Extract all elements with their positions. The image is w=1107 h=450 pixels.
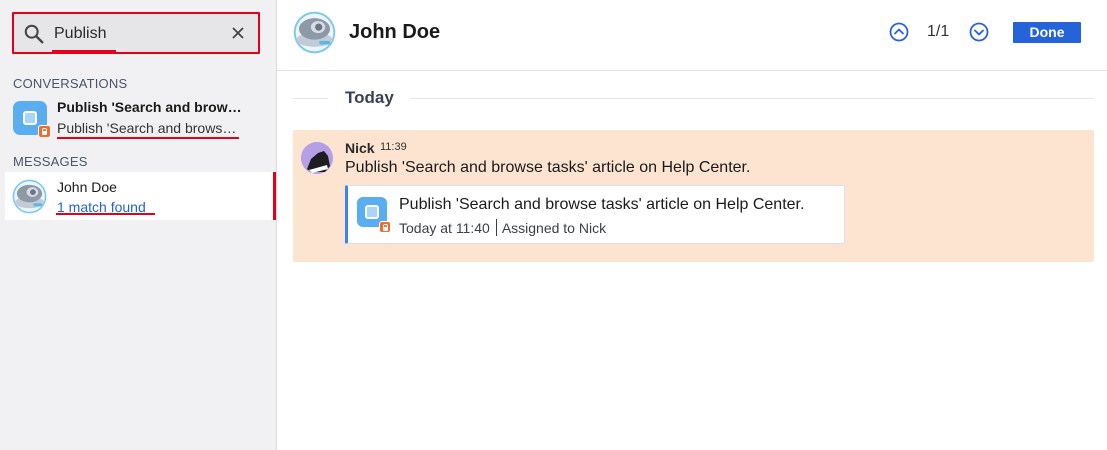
search-match-counter: 1/1 [927,23,950,40]
done-button[interactable]: Done [1013,22,1081,43]
user-avatar[interactable] [301,142,333,174]
conversation-highlight-underline [57,137,239,139]
search-value[interactable]: Publish [54,25,106,43]
close-icon[interactable] [230,25,246,41]
sidebar: Publish CONVERSATIONS Publish 'Search an… [0,0,277,450]
chat-header: John Doe 1/1 Done [277,0,1107,71]
section-title-messages: MESSAGES [13,154,88,169]
task-title[interactable]: Publish 'Search and browse tasks' articl… [399,196,804,214]
task-meta: Today at 11:40 Assigned to Nick [399,219,606,236]
message-result-item[interactable]: John Doe 1 match found [5,172,276,220]
conversation-subtitle: Publish 'Search and browse tasks' articl… [57,120,239,136]
chevron-up-icon[interactable] [889,22,909,42]
day-separator-line [410,98,1094,99]
chevron-down-icon[interactable] [969,22,989,42]
task-time: Today at 11:40 [399,220,490,236]
chat-panel: John Doe 1/1 Done Today Nick 11:39 Publi… [277,0,1107,450]
section-title-conversations: CONVERSATIONS [13,76,128,91]
search-highlight-underline [52,50,116,52]
meta-divider [495,219,497,236]
message-result-name: John Doe [57,179,117,195]
lock-icon [38,125,51,138]
lock-icon [379,221,391,233]
active-indicator [273,172,276,220]
search-input[interactable]: Publish [12,12,260,54]
contact-avatar[interactable] [293,11,336,54]
match-highlight-underline [56,213,155,215]
day-separator-line [292,98,328,99]
day-label: Today [345,88,394,107]
conversation-result-item[interactable]: Publish 'Search and browse tasks' articl… [0,95,276,145]
message-text: Publish 'Search and browse tasks' articl… [345,159,751,176]
message-time: 11:39 [380,141,407,153]
message-author[interactable]: Nick [345,140,375,156]
conversation-title: Publish 'Search and browse tasks' articl… [57,99,242,115]
task-assigned-label: Assigned to [501,220,575,236]
task-assignee: Nick [578,220,607,236]
robot-avatar [12,179,47,214]
contact-name[interactable]: John Doe [349,21,440,44]
task-card[interactable]: Publish 'Search and browse tasks' articl… [345,185,845,244]
search-icon [24,24,44,44]
highlighted-message[interactable]: Nick 11:39 Publish 'Search and browse ta… [293,130,1094,262]
